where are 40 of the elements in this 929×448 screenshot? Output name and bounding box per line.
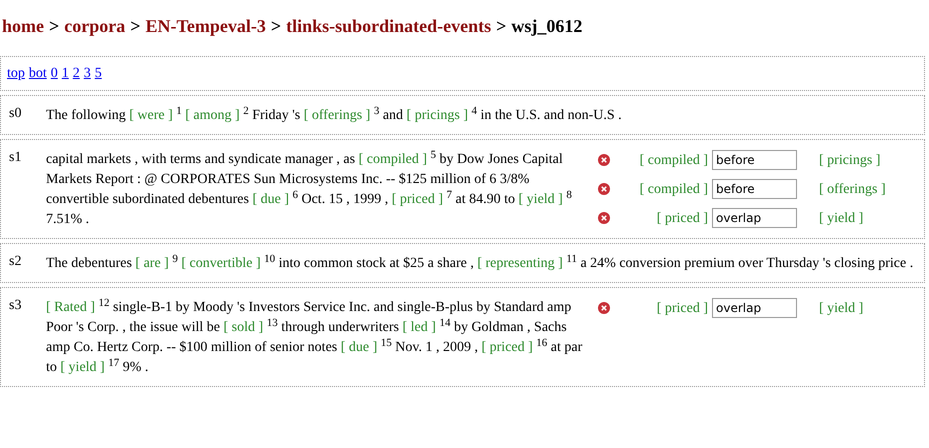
breadcrumb-separator: > [49,14,60,38]
nav-link[interactable]: bot [28,63,47,84]
relation-field[interactable]: overlap [712,208,797,228]
sentence-text: [ Rated ] $^{12}$ single-B-1 by Moody 's Investors Service Inc. and single-B-plus by Standard amp Poor 's Corp. , the issue will be [ sold ] $^{13}$ through underwriters [ led ] $^{14}$ by Goldman , Sachs amp Co. Hertz Corp. -- $100 million of senior notes [ due ] $^{15}$ Nov. 1 , 2009 , [ priced ] $^{16}$ at par to [ yield ] $^{17}$ 9% . [46,296,584,377]
breadcrumb-separator: > [496,14,506,38]
nav-link[interactable]: 5 [94,63,102,84]
breadcrumb-current: wsj_0612 [511,14,582,38]
sentence-id: s2 [9,253,22,271]
nav-link[interactable]: 1 [62,63,69,84]
link-source: [ compiled ] [638,180,709,198]
sentence-id: s1 [9,149,22,167]
sentence-text: capital markets , with terms and syndicate manager , as [ compiled ] $^{5}$ by Dow Jones Capital Markets Report : @ CORPORATES Sun Microsystems Inc. -- $125 million of 6 3/8% convertible subordinated debentures [ due ] $^{6}$ Oct. 15 , 1999 , [ priced ] $^{7}$ at 84.90 to [ yield ] $^{8}$ 7.51% . [46,148,573,229]
link-target: [ yield ] [819,300,864,318]
sentence-id: s3 [9,297,22,315]
delete-icon[interactable] [598,302,610,314]
sentence-id: s0 [9,105,22,123]
nav-link[interactable]: 3 [84,63,91,84]
delete-icon[interactable] [598,183,610,195]
sentence-text: The following [ were ] $^{1}$ [ among ] $^{2}$ Friday 's [ offerings ] $^{3}$ and [ pricings ] $^{4}$ in the U.S. and non-U.S . [46,104,623,125]
relation-field[interactable]: overlap [712,298,797,318]
relation-field[interactable]: before [712,150,797,170]
breadcrumb-separator: > [270,14,282,38]
link-source: [ priced ] [656,300,709,318]
relation-field[interactable]: before [712,179,797,199]
nav-link[interactable]: 0 [50,63,58,84]
breadcrumb-link[interactable]: EN-Tempeval-3 [146,12,266,40]
nav-link[interactable]: 2 [72,63,80,84]
breadcrumb-link[interactable]: corpora [64,12,126,40]
link-source: [ priced ] [656,210,709,228]
breadcrumb-link[interactable]: tlinks-subordinated-events [286,12,492,40]
breadcrumb-separator: > [130,14,141,38]
link-target: [ offerings ] [819,180,886,198]
breadcrumb-link[interactable]: home [2,12,44,40]
sentence-text: The debentures [ are ] $^{9}$ [ convertible ] $^{10}$ into common stock at $25 a share , [ representing ] $^{11}$ a 24% conversion premium over Thursday 's closing price . [46,252,914,273]
link-source: [ compiled ] [638,152,709,170]
nav-link[interactable]: top [7,63,25,84]
delete-icon[interactable] [598,212,610,224]
link-target: [ yield ] [819,210,864,228]
link-target: [ pricings ] [819,152,880,170]
delete-icon[interactable] [598,154,610,166]
